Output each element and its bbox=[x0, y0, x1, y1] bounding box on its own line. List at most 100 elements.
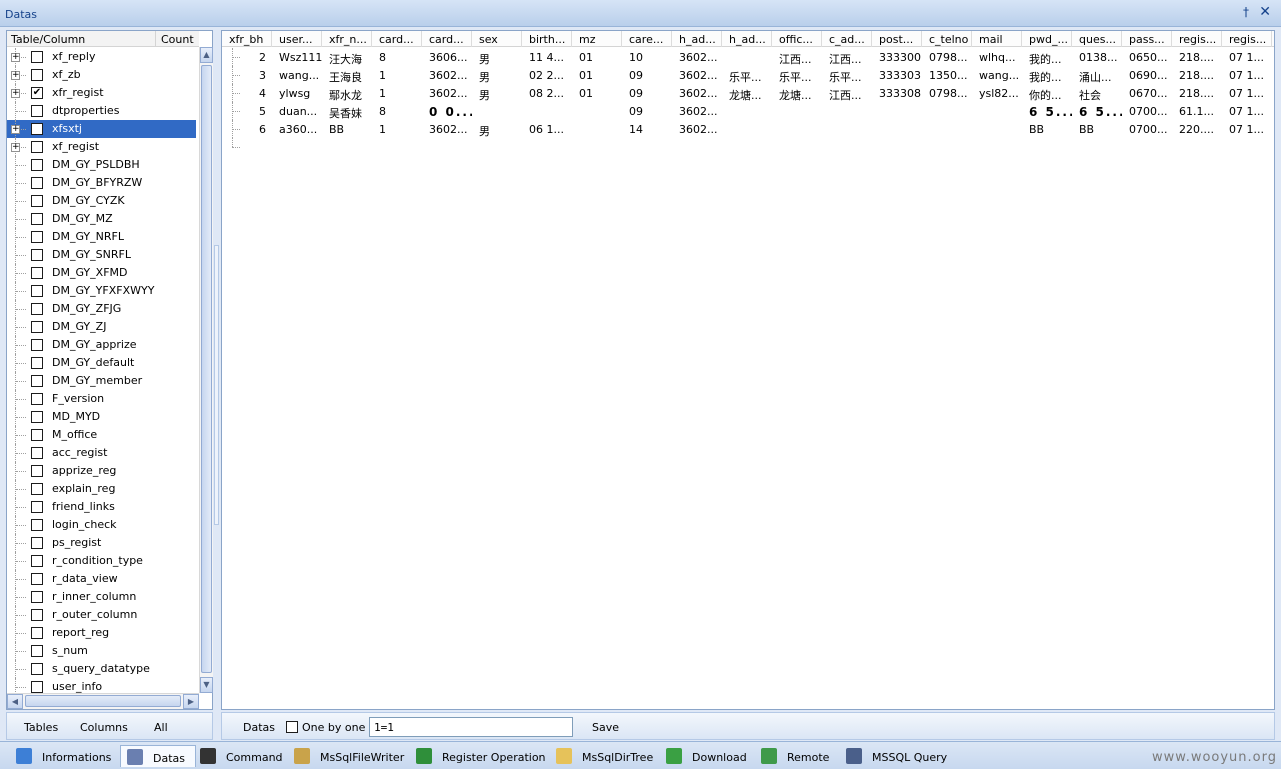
table-cell[interactable]: 男 bbox=[472, 123, 522, 139]
column-header[interactable]: care... bbox=[622, 31, 672, 47]
tree-checkbox[interactable] bbox=[31, 411, 43, 423]
tree-horizontal-scrollbar[interactable]: ◀ ▶ bbox=[7, 693, 199, 709]
table-cell[interactable]: BB bbox=[1072, 123, 1122, 136]
table-cell[interactable]: 4 bbox=[222, 87, 272, 100]
column-header[interactable]: sex bbox=[472, 31, 522, 47]
table-cell[interactable]: BB bbox=[1022, 123, 1072, 136]
table-cell[interactable]: 乐平... bbox=[722, 69, 772, 85]
tree-item[interactable]: DM_GY_XFMD bbox=[7, 264, 197, 282]
splitter-grip[interactable] bbox=[214, 245, 219, 525]
pin-icon[interactable]: † bbox=[1243, 5, 1249, 19]
tree-checkbox[interactable] bbox=[31, 591, 43, 603]
table-cell[interactable]: 333303 bbox=[872, 69, 922, 82]
expand-icon[interactable]: + bbox=[11, 71, 20, 80]
tree-checkbox[interactable] bbox=[31, 465, 43, 477]
table-cell[interactable]: 1 bbox=[372, 123, 422, 136]
column-header[interactable]: pwd_... bbox=[1022, 31, 1072, 47]
table-cell[interactable]: 02 2... bbox=[522, 69, 572, 82]
table-cell[interactable]: 0138... bbox=[1072, 51, 1122, 64]
table-cell[interactable]: 汪大海 bbox=[322, 51, 372, 67]
table-cell[interactable]: 1350... bbox=[922, 69, 972, 82]
tree-checkbox[interactable] bbox=[31, 51, 43, 63]
column-header[interactable]: card... bbox=[422, 31, 472, 47]
table-cell[interactable]: 6 bbox=[222, 123, 272, 136]
table-cell[interactable]: 2 bbox=[222, 51, 272, 64]
table-cell[interactable]: 3 bbox=[222, 69, 272, 82]
table-cell[interactable]: 0690... bbox=[1122, 69, 1172, 82]
tab-mssql-query[interactable]: MSSQL Query bbox=[846, 745, 952, 767]
expand-icon[interactable]: + bbox=[11, 143, 20, 152]
table-cell[interactable]: 07 1... bbox=[1222, 123, 1272, 136]
tree-item[interactable]: s_num bbox=[7, 642, 197, 660]
table-cell[interactable]: 8 bbox=[372, 51, 422, 64]
tree-item[interactable]: DM_GY_NRFL bbox=[7, 228, 197, 246]
tree-item[interactable]: DM_GY_apprize bbox=[7, 336, 197, 354]
tab-informations[interactable]: Informations bbox=[16, 745, 122, 767]
column-header[interactable]: offic... bbox=[772, 31, 822, 47]
table-cell[interactable]: 0 0... bbox=[422, 105, 472, 119]
table-cell[interactable]: 333300 bbox=[872, 51, 922, 64]
column-header[interactable]: xfr_bh bbox=[222, 31, 272, 47]
table-cell[interactable]: wang... bbox=[272, 69, 322, 82]
tree-item[interactable]: + xf_zb bbox=[7, 66, 197, 84]
tree-checkbox[interactable] bbox=[31, 123, 43, 135]
scroll-right-icon[interactable]: ▶ bbox=[183, 694, 199, 709]
tree-checkbox[interactable] bbox=[31, 213, 43, 225]
table-cell[interactable]: 涌山... bbox=[1072, 69, 1122, 85]
column-header[interactable]: card... bbox=[372, 31, 422, 47]
tree-header-name[interactable]: Table/Column bbox=[11, 33, 85, 46]
tree-checkbox[interactable] bbox=[31, 519, 43, 531]
table-cell[interactable]: 8 bbox=[372, 105, 422, 118]
table-cell[interactable]: 王海良 bbox=[322, 69, 372, 85]
table-cell[interactable]: 江西... bbox=[822, 51, 872, 67]
column-header[interactable]: post... bbox=[872, 31, 922, 47]
columns-button[interactable]: Columns bbox=[80, 721, 128, 734]
table-cell[interactable]: 01 bbox=[572, 69, 622, 82]
table-cell[interactable]: BB bbox=[322, 123, 372, 136]
table-cell[interactable]: 我的... bbox=[1022, 51, 1072, 67]
table-cell[interactable]: 江西... bbox=[822, 87, 872, 103]
scroll-down-icon[interactable]: ▼ bbox=[200, 677, 213, 693]
panel-splitter[interactable] bbox=[213, 30, 220, 710]
table-cell[interactable]: 社会 bbox=[1072, 87, 1122, 103]
close-icon[interactable]: ✕ bbox=[1259, 4, 1271, 20]
table-cell[interactable]: 01 bbox=[572, 51, 622, 64]
tree-item[interactable]: DM_GY_member bbox=[7, 372, 197, 390]
table-cell[interactable]: 3602... bbox=[672, 69, 722, 82]
table-cell[interactable]: 乐平... bbox=[772, 69, 822, 85]
where-condition-input[interactable]: 1=1 bbox=[369, 717, 573, 737]
table-row[interactable]: 3 wang... 王海良 1 3602... 男 02 2... 01 09 3602... 乐平… bbox=[222, 66, 1274, 85]
table-cell[interactable]: 11 4... bbox=[522, 51, 572, 64]
tree-item[interactable]: DM_GY_BFYRZW bbox=[7, 174, 197, 192]
table-cell[interactable]: 5 bbox=[222, 105, 272, 118]
tree-item[interactable]: + xfsxtj bbox=[7, 120, 197, 138]
table-cell[interactable]: 3602... bbox=[422, 69, 472, 82]
tree-item[interactable]: friend_links bbox=[7, 498, 197, 516]
table-cell[interactable]: 01 bbox=[572, 87, 622, 100]
table-cell[interactable]: 乐平... bbox=[822, 69, 872, 85]
table-cell[interactable]: 10 bbox=[622, 51, 672, 64]
tree-checkbox[interactable] bbox=[31, 447, 43, 459]
tree-checkbox[interactable] bbox=[31, 285, 43, 297]
tree-checkbox[interactable] bbox=[31, 267, 43, 279]
column-header[interactable]: c_ad... bbox=[822, 31, 872, 47]
tree-checkbox[interactable] bbox=[31, 321, 43, 333]
table-cell[interactable]: 0650... bbox=[1122, 51, 1172, 64]
table-cell[interactable]: ylwsg bbox=[272, 87, 322, 100]
expand-icon[interactable]: + bbox=[11, 89, 20, 98]
table-cell[interactable]: 3606... bbox=[422, 51, 472, 64]
tab-command[interactable]: Command bbox=[200, 745, 290, 767]
table-cell[interactable]: 男 bbox=[472, 69, 522, 85]
tree-item[interactable]: r_outer_column bbox=[7, 606, 197, 624]
column-header[interactable]: ques... bbox=[1072, 31, 1122, 47]
tree-checkbox[interactable] bbox=[31, 501, 43, 513]
tree-item[interactable]: DM_GY_default bbox=[7, 354, 197, 372]
table-row[interactable]: 5 duan... 吴香妹 8 0 0... 09 3602... 6 5... 6 5... 0… bbox=[222, 102, 1274, 120]
table-cell[interactable]: 3602... bbox=[672, 51, 722, 64]
tables-button[interactable]: Tables bbox=[24, 721, 58, 734]
table-cell[interactable]: 08 2... bbox=[522, 87, 572, 100]
tree-item[interactable]: report_reg bbox=[7, 624, 197, 642]
tree-item[interactable]: apprize_reg bbox=[7, 462, 197, 480]
tree-item[interactable]: acc_regist bbox=[7, 444, 197, 462]
tree-checkbox[interactable] bbox=[31, 627, 43, 639]
